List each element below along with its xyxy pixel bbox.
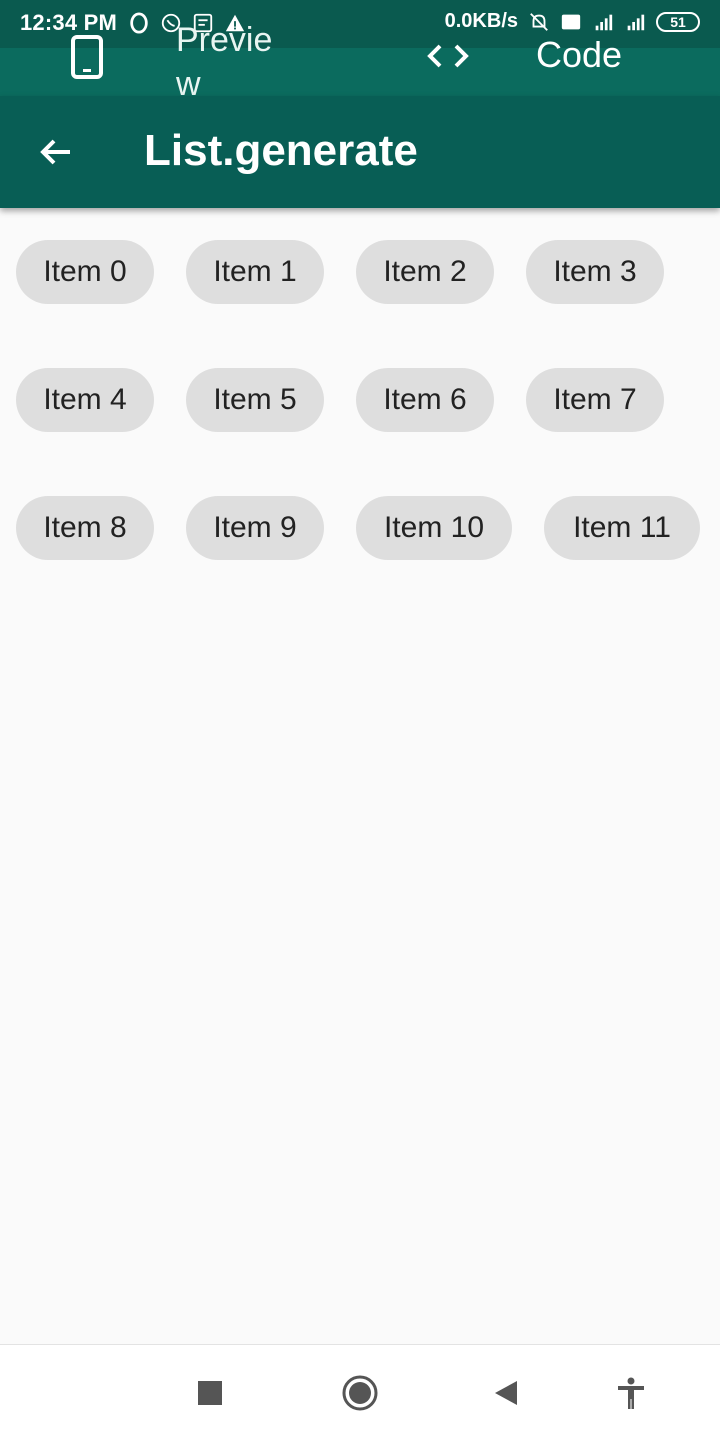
chip[interactable]: Item 3 bbox=[526, 240, 664, 304]
battery-icon: 51 bbox=[656, 11, 700, 32]
chip[interactable]: Item 7 bbox=[526, 368, 664, 432]
signal-icon bbox=[627, 14, 645, 30]
status-right: 0.0KB/s 51 bbox=[445, 10, 700, 33]
chip[interactable]: Item 9 bbox=[186, 496, 324, 560]
home-button[interactable] bbox=[334, 1365, 386, 1421]
back-nav-button[interactable] bbox=[482, 1369, 530, 1417]
status-time: 12:34 PM bbox=[20, 10, 117, 35]
mute-icon bbox=[530, 12, 548, 31]
tab-code[interactable]: Code bbox=[536, 34, 622, 76]
accessibility-icon bbox=[618, 1377, 644, 1409]
recents-square-icon bbox=[198, 1381, 222, 1405]
chip[interactable]: Item 4 bbox=[16, 368, 154, 432]
chip-row: Item 8 Item 9 Item 10 Item 11 bbox=[16, 496, 706, 560]
chip[interactable]: Item 1 bbox=[186, 240, 324, 304]
system-navigation-bar bbox=[0, 1344, 720, 1441]
chip-list: Item 0 Item 1 Item 2 Item 3 Item 4 Item … bbox=[16, 240, 706, 624]
chip[interactable]: Item 8 bbox=[16, 496, 154, 560]
arrow-back-icon bbox=[40, 139, 70, 165]
code-icon[interactable] bbox=[426, 40, 470, 72]
back-button[interactable] bbox=[30, 128, 82, 176]
chip-row: Item 0 Item 1 Item 2 Item 3 bbox=[16, 240, 706, 304]
recents-button[interactable] bbox=[186, 1369, 234, 1417]
home-circle-icon bbox=[342, 1375, 378, 1411]
page-title: List.generate bbox=[144, 126, 418, 175]
tab-preview[interactable]: Previe w bbox=[176, 18, 286, 106]
chip[interactable]: Item 6 bbox=[356, 368, 494, 432]
accessibility-button[interactable] bbox=[608, 1369, 654, 1417]
chip[interactable]: Item 11 bbox=[544, 496, 700, 560]
chip-row: Item 4 Item 5 Item 6 Item 7 bbox=[16, 368, 706, 432]
chip[interactable]: Item 0 bbox=[16, 240, 154, 304]
signal-4g-icon bbox=[595, 14, 613, 30]
volte-icon bbox=[561, 14, 581, 29]
chip[interactable]: Item 10 bbox=[356, 496, 512, 560]
chip[interactable]: Item 2 bbox=[356, 240, 494, 304]
back-triangle-icon bbox=[495, 1381, 517, 1405]
opera-icon bbox=[130, 12, 148, 34]
battery-level: 51 bbox=[670, 13, 686, 30]
chip[interactable]: Item 5 bbox=[186, 368, 324, 432]
network-speed: 0.0KB/s bbox=[444, 10, 518, 32]
phone-preview-icon[interactable] bbox=[70, 35, 104, 79]
